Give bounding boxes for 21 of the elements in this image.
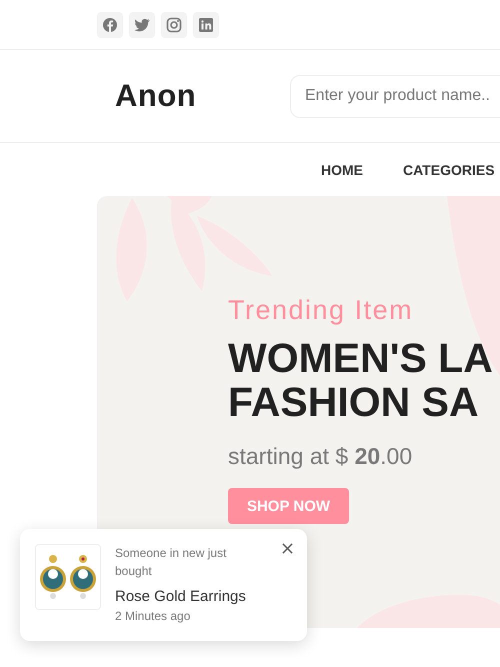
banner-subtitle: Trending Item xyxy=(228,294,414,327)
social-link[interactable] xyxy=(129,12,155,38)
banner-title: FASHION SA xyxy=(228,380,479,424)
banner-title: WOMEN'S LA xyxy=(228,336,493,380)
notification-message: Someone in new just bought xyxy=(115,545,228,580)
nav-link[interactable]: HOME xyxy=(321,162,363,178)
logo[interactable]: Anon xyxy=(115,78,290,114)
twitter-icon xyxy=(134,16,150,32)
search-field[interactable]: Enter your product name.. xyxy=(290,74,500,118)
social-link[interactable] xyxy=(193,12,219,38)
close-button[interactable] xyxy=(280,541,295,556)
camera-icon xyxy=(166,16,182,32)
time-ago: 2 Minutes ago xyxy=(115,608,190,625)
product-name: Rose Gold Earrings xyxy=(115,587,246,607)
facebook-icon xyxy=(102,16,118,32)
social-link[interactable] xyxy=(97,12,123,38)
linkedin-icon xyxy=(198,16,214,32)
close-icon xyxy=(282,543,293,554)
social-link[interactable] xyxy=(161,12,187,38)
price-text: starting at $ 20.00 xyxy=(228,442,412,471)
nav-link[interactable]: CATEGORIES xyxy=(403,162,495,178)
